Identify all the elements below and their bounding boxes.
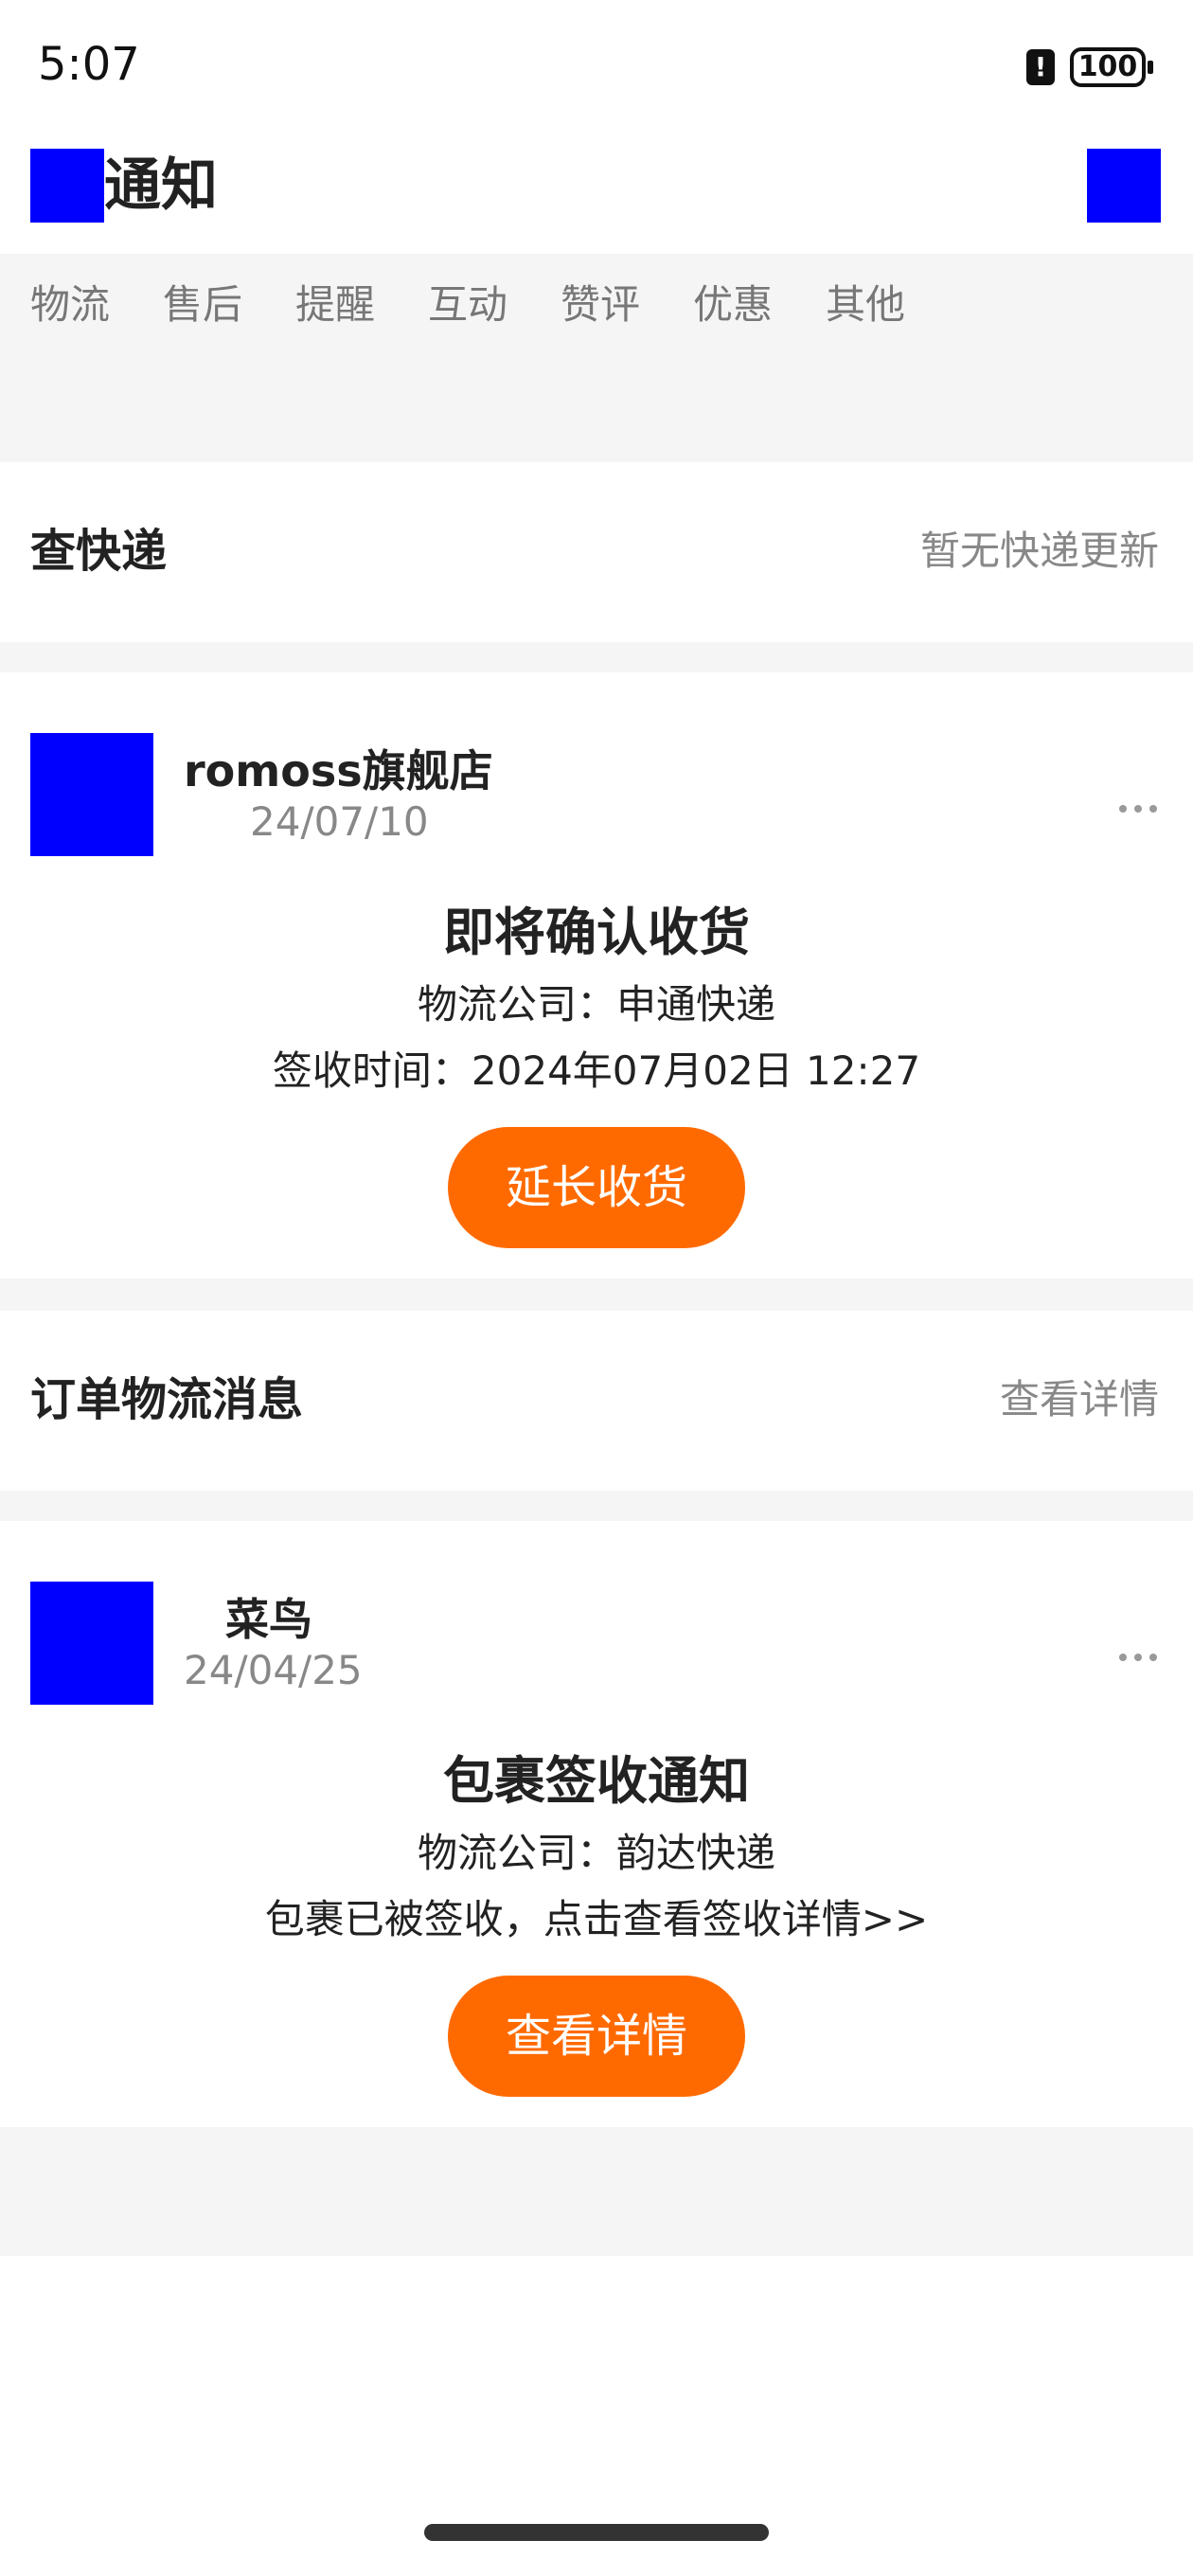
tab-promotions[interactable]: 优惠 <box>693 277 773 333</box>
express-section-title: 查快递 <box>30 525 168 578</box>
alert-icon <box>1026 49 1055 85</box>
battery-icon: 100 <box>1070 47 1153 87</box>
divider <box>0 1491 1193 1521</box>
divider <box>0 642 1193 672</box>
express-status: 暂无快递更新 <box>919 528 1159 574</box>
more-icon[interactable] <box>1119 1652 1157 1663</box>
card-headline: 即将确认收货 <box>443 903 750 962</box>
back-icon[interactable] <box>30 149 104 223</box>
status-time: 5:07 <box>38 38 140 91</box>
cainiao-avatar <box>30 1582 153 1705</box>
sign-time: 签收时间：2024年07月02日 12:27 <box>272 1047 921 1094</box>
view-details-button[interactable]: 查看详情 <box>448 1976 745 2097</box>
tab-others[interactable]: 其他 <box>826 277 905 333</box>
notifications-page: 5:07 100 通知 物流 售后 提醒 互动 赞评 优惠 其他 查快递 暂无快… <box>0 0 1193 2576</box>
home-indicator[interactable] <box>424 2524 769 2541</box>
tab-after-sales[interactable]: 售后 <box>163 277 242 333</box>
logistics-company: 物流公司：韵达快递 <box>417 1830 775 1876</box>
message-date: 24/04/25 <box>184 1647 363 1693</box>
store-avatar <box>30 733 153 856</box>
bottom-spacer <box>0 2127 1193 2256</box>
tab-logistics[interactable]: 物流 <box>30 277 110 333</box>
extend-receipt-button[interactable]: 延长收货 <box>448 1127 745 1248</box>
logistics-company: 物流公司：申通快递 <box>417 981 775 1028</box>
order-logistics-row[interactable]: 订单物流消息 查看详情 <box>0 1311 1193 1491</box>
divider <box>0 1279 1193 1311</box>
category-tabs: 物流 售后 提醒 互动 赞评 优惠 其他 <box>0 254 1193 462</box>
notification-card[interactable]: romoss旗舰店 24/07/10 即将确认收货 物流公司：申通快递 签收时间… <box>0 672 1193 1279</box>
more-icon[interactable] <box>1119 803 1157 814</box>
card-headline: 包裹签收通知 <box>443 1751 750 1811</box>
signed-message[interactable]: 包裹已被签收，点击查看签收详情>> <box>0 1892 1193 1947</box>
status-bar: 5:07 100 <box>0 0 1193 133</box>
page-title: 通知 <box>104 152 218 219</box>
tab-reminders[interactable]: 提醒 <box>295 277 375 333</box>
sender-name: romoss旗舰店 <box>184 745 493 796</box>
tab-interaction[interactable]: 互动 <box>428 277 507 333</box>
express-tracking-row[interactable]: 查快递 暂无快递更新 <box>0 462 1193 642</box>
header: 通知 <box>0 133 1193 254</box>
tab-likes-reviews[interactable]: 赞评 <box>561 277 640 333</box>
view-details-link[interactable]: 查看详情 <box>1000 1371 1159 1428</box>
settings-icon[interactable] <box>1087 149 1161 223</box>
order-section-title: 订单物流消息 <box>30 1373 304 1426</box>
notification-card[interactable]: 菜鸟 24/04/25 包裹签收通知 物流公司：韵达快递 包裹已被签收，点击查看… <box>0 1521 1193 2127</box>
sender-name: 菜鸟 <box>225 1594 312 1645</box>
message-date: 24/07/10 <box>250 798 429 845</box>
